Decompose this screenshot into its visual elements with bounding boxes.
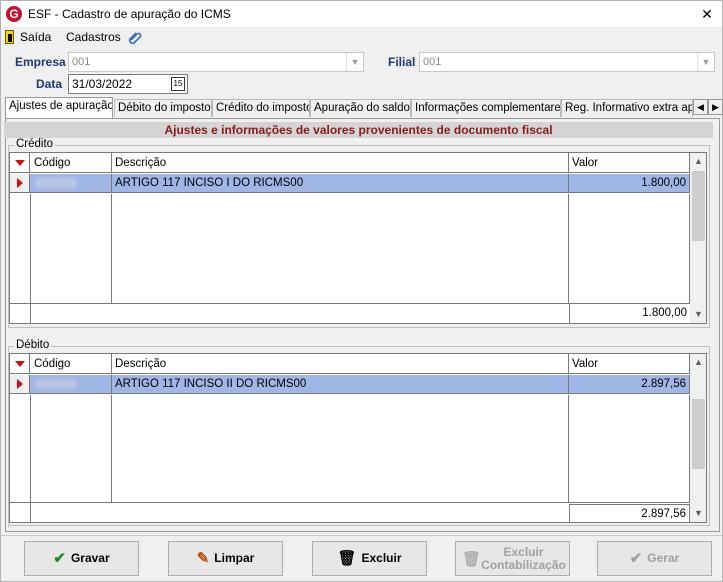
column-valor[interactable]: Valor bbox=[569, 354, 690, 374]
chevron-down-icon[interactable]: ▼ bbox=[697, 53, 714, 71]
column-codigo[interactable]: Código bbox=[31, 153, 112, 173]
save-label: Gravar bbox=[70, 551, 110, 566]
checkmark-icon: ✔ bbox=[629, 550, 643, 568]
grid-line bbox=[30, 304, 31, 323]
scroll-thumb[interactable] bbox=[692, 171, 705, 241]
app-logo-icon: G bbox=[6, 6, 22, 22]
grid-line bbox=[30, 395, 31, 503]
cell-valor[interactable]: 1.800,00 bbox=[569, 174, 690, 193]
generate-button[interactable]: ✔ Gerar bbox=[597, 541, 712, 576]
trash-icon: 🗑 bbox=[462, 551, 482, 568]
column-valor[interactable]: Valor bbox=[569, 153, 690, 173]
row-indicator bbox=[10, 375, 30, 393]
tab-debito[interactable]: Débito do imposto bbox=[114, 99, 212, 117]
grid-line bbox=[568, 194, 569, 304]
column-codigo[interactable]: Código bbox=[31, 354, 112, 374]
cell-descricao[interactable]: ARTIGO 117 INCISO I DO RICMS00 bbox=[112, 174, 569, 193]
clear-label: Limpar bbox=[214, 551, 255, 566]
paperclip-icon[interactable] bbox=[127, 29, 143, 45]
filial-label: Filial bbox=[388, 55, 416, 69]
row-indicator bbox=[10, 174, 30, 192]
tab-ajustes[interactable]: Ajustes de apuração bbox=[5, 97, 113, 118]
sort-indicator-icon[interactable] bbox=[10, 354, 30, 374]
scroll-thumb[interactable] bbox=[692, 399, 705, 469]
cell-codigo[interactable] bbox=[31, 375, 112, 394]
cell-valor[interactable]: 2.897,56 bbox=[569, 375, 690, 394]
credito-grid[interactable]: Código Descrição Valor ARTIGO 117 INCISO… bbox=[9, 152, 707, 324]
panel-header: Ajustes e informações de valores proveni… bbox=[4, 122, 713, 138]
menu-register[interactable]: Cadastros bbox=[66, 29, 121, 45]
tab-credito[interactable]: Crédito do imposto bbox=[212, 99, 310, 117]
date-input[interactable]: 31/03/2022 15 bbox=[68, 74, 188, 94]
date-value: 31/03/2022 bbox=[72, 77, 133, 91]
delete-label: Excluir bbox=[361, 551, 402, 566]
delete-accounting-button[interactable]: 🗑 Excluir Contabilização bbox=[455, 541, 570, 576]
vertical-scrollbar[interactable]: ▲ ▼ bbox=[690, 153, 706, 323]
column-descricao[interactable]: Descrição bbox=[112, 354, 569, 374]
total-row: 2.897,56 bbox=[10, 502, 690, 522]
scroll-up-icon[interactable]: ▲ bbox=[690, 153, 706, 170]
filial-value: 001 bbox=[423, 56, 442, 68]
tab-apuracao-saldo[interactable]: Apuração do saldo bbox=[310, 99, 411, 117]
total-row: 1.800,00 bbox=[10, 303, 690, 323]
row-pointer-icon bbox=[17, 379, 23, 389]
trash-icon: 🗑 bbox=[337, 550, 357, 568]
grid-line bbox=[568, 395, 569, 503]
scroll-down-icon[interactable]: ▼ bbox=[690, 306, 706, 323]
column-descricao[interactable]: Descrição bbox=[112, 153, 569, 173]
scroll-down-icon[interactable]: ▼ bbox=[690, 505, 706, 522]
grid-line bbox=[30, 503, 31, 522]
grid-header: Código Descrição Valor bbox=[10, 153, 690, 173]
sort-indicator-icon[interactable] bbox=[10, 153, 30, 173]
delete-accounting-label-2: Contabilização bbox=[481, 558, 566, 572]
cell-codigo[interactable] bbox=[31, 174, 112, 193]
vertical-scrollbar[interactable]: ▲ ▼ bbox=[690, 354, 706, 522]
tab-strip: Ajustes de apuração Débito do imposto Cr… bbox=[5, 97, 723, 118]
table-row[interactable]: ARTIGO 117 INCISO II DO RICMS00 2.897,56 bbox=[10, 375, 690, 394]
close-button[interactable]: ✕ bbox=[692, 1, 722, 27]
calendar-icon[interactable]: 15 bbox=[171, 77, 185, 91]
chevron-down-icon[interactable]: ▼ bbox=[346, 53, 363, 71]
tab-reg-informativo[interactable]: Reg. Informativo extra apuração bbox=[561, 99, 693, 117]
empresa-label: Empresa bbox=[15, 55, 66, 69]
debito-grid[interactable]: Código Descrição Valor ARTIGO 117 INCISO… bbox=[9, 353, 707, 523]
data-label: Data bbox=[36, 77, 63, 91]
save-button[interactable]: ✔ Gravar bbox=[24, 541, 139, 576]
credito-total: 1.800,00 bbox=[569, 304, 690, 323]
eraser-icon: ✎ bbox=[196, 550, 210, 568]
credito-title: Crédito bbox=[14, 138, 56, 150]
clear-button[interactable]: ✎ Limpar bbox=[168, 541, 283, 576]
table-row[interactable]: ARTIGO 117 INCISO I DO RICMS00 1.800,00 bbox=[10, 174, 690, 193]
grid-line bbox=[111, 194, 112, 304]
main-window: G ESF - Cadastro de apuração do ICMS ✕ S… bbox=[0, 0, 723, 582]
exit-icon bbox=[5, 30, 14, 44]
grid-line bbox=[111, 395, 112, 503]
generate-label: Gerar bbox=[647, 551, 680, 566]
grid-header: Código Descrição Valor bbox=[10, 354, 690, 374]
empresa-value: 001 bbox=[72, 56, 91, 68]
tab-informacoes[interactable]: Informações complementares bbox=[411, 99, 561, 117]
grid-line bbox=[30, 194, 31, 304]
tab-scroll-left-icon[interactable]: ◀ bbox=[693, 99, 708, 115]
filial-select[interactable]: 001 ▼ bbox=[419, 52, 715, 72]
tab-scroll-right-icon[interactable]: ▶ bbox=[708, 99, 723, 115]
scroll-up-icon[interactable]: ▲ bbox=[690, 354, 706, 371]
row-pointer-icon bbox=[17, 178, 23, 188]
debito-title: Débito bbox=[14, 339, 52, 351]
cell-descricao[interactable]: ARTIGO 117 INCISO II DO RICMS00 bbox=[112, 375, 569, 394]
delete-button[interactable]: 🗑 Excluir bbox=[312, 541, 427, 576]
empresa-select[interactable]: 001 ▼ bbox=[68, 52, 364, 72]
redacted-code bbox=[35, 379, 77, 389]
title-bar: G ESF - Cadastro de apuração do ICMS ✕ bbox=[1, 1, 722, 27]
debito-total: 2.897,56 bbox=[569, 504, 690, 522]
redacted-code bbox=[35, 178, 77, 188]
checkmark-icon: ✔ bbox=[53, 550, 66, 568]
menu-exit[interactable]: Saída bbox=[20, 29, 51, 45]
window-title: ESF - Cadastro de apuração do ICMS bbox=[28, 7, 231, 21]
